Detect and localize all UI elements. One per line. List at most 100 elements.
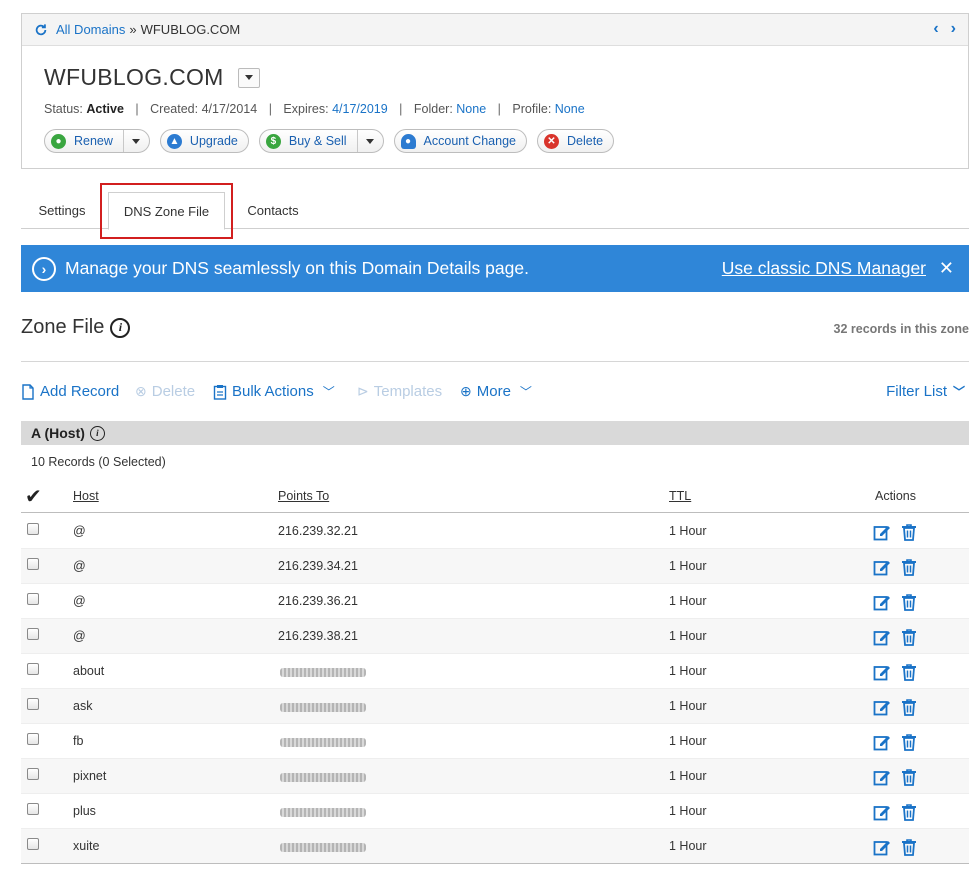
delete-domain-button[interactable]: ✕ Delete	[536, 129, 615, 153]
redacted-value	[280, 773, 366, 782]
next-domain-icon[interactable]: ›	[951, 20, 956, 38]
ttl-cell: 1 Hour	[669, 769, 707, 783]
row-checkbox[interactable]	[27, 663, 39, 675]
zone-toolbar: Add Record ⊗ Delete Bulk Actions ﹀ ⊳ Tem…	[21, 383, 969, 403]
table-row[interactable]: about 1 Hour	[21, 654, 969, 689]
host-cell: plus	[73, 804, 96, 818]
profile-value-link[interactable]: None	[555, 102, 585, 116]
row-checkbox[interactable]	[27, 803, 39, 815]
delete-records-button[interactable]: ⊗ Delete	[135, 383, 195, 400]
ttl-cell: 1 Hour	[669, 664, 707, 678]
ttl-column-header[interactable]: TTL	[669, 489, 691, 503]
host-cell: xuite	[73, 839, 100, 853]
table-row[interactable]: @216.239.36.21 1 Hour	[21, 584, 969, 619]
edit-icon[interactable]	[873, 558, 891, 576]
buy-sell-label: Buy & Sell	[288, 134, 347, 148]
table-row[interactable]: plus 1 Hour	[21, 794, 969, 829]
tab-contacts[interactable]: Contacts	[236, 192, 310, 229]
select-all-check-icon[interactable]: ✔	[25, 484, 42, 509]
trash-icon[interactable]	[901, 628, 917, 646]
trash-icon[interactable]	[901, 698, 917, 716]
info-icon[interactable]: i	[110, 317, 131, 338]
actions-column-header: Actions	[875, 489, 916, 503]
row-checkbox[interactable]	[27, 628, 39, 640]
trash-icon[interactable]	[901, 663, 917, 681]
edit-icon[interactable]	[873, 523, 891, 541]
points-to-cell: 216.239.36.21	[278, 594, 358, 608]
table-row[interactable]: @216.239.38.21 1 Hour	[21, 619, 969, 654]
row-checkbox[interactable]	[27, 733, 39, 745]
table-row[interactable]: pixnet 1 Hour	[21, 759, 969, 794]
refresh-icon[interactable]	[34, 23, 48, 37]
classic-dns-manager-link[interactable]: Use classic DNS Manager	[722, 258, 926, 279]
tab-settings[interactable]: Settings	[27, 192, 97, 229]
folder-value-link[interactable]: None	[456, 102, 486, 116]
row-checkbox[interactable]	[27, 838, 39, 850]
buy-sell-dropdown[interactable]	[356, 130, 383, 152]
table-row[interactable]: ask 1 Hour	[21, 689, 969, 724]
trash-icon[interactable]	[901, 768, 917, 786]
trash-icon[interactable]	[901, 593, 917, 611]
account-change-button[interactable]: ● Account Change	[393, 129, 527, 153]
trash-icon[interactable]	[901, 838, 917, 856]
host-cell: about	[73, 664, 105, 678]
info-icon[interactable]: i	[89, 425, 105, 441]
edit-icon[interactable]	[873, 838, 891, 856]
edit-icon[interactable]	[873, 803, 891, 821]
edit-icon[interactable]	[873, 593, 891, 611]
upgrade-button[interactable]: ▲ Upgrade	[159, 129, 249, 153]
templates-label: Templates	[373, 383, 443, 400]
renew-dropdown[interactable]	[122, 130, 149, 152]
table-row[interactable]: fb 1 Hour	[21, 724, 969, 759]
bulk-actions-button[interactable]: Bulk Actions ﹀	[213, 383, 335, 400]
expires-value-link[interactable]: 4/17/2019	[332, 102, 388, 116]
add-record-button[interactable]: Add Record	[21, 383, 119, 400]
status-label: Status:	[44, 102, 83, 116]
buy-sell-button[interactable]: $ Buy & Sell	[258, 129, 384, 153]
close-icon[interactable]: ✕	[939, 258, 954, 279]
domain-menu-dropdown[interactable]	[237, 67, 260, 88]
edit-icon[interactable]	[873, 628, 891, 646]
templates-button[interactable]: ⊳ Templates	[357, 383, 442, 400]
table-row[interactable]: @216.239.32.21 1 Hour	[21, 514, 969, 549]
table-header: ✔ Host Points To TTL Actions	[21, 484, 969, 513]
more-button[interactable]: ⊕ More ﹀	[460, 383, 532, 400]
info-banner: › Manage your DNS seamlessly on this Dom…	[21, 245, 969, 292]
filter-list-button[interactable]: Filter List ﹀	[886, 383, 965, 400]
expires-label: Expires:	[283, 102, 329, 116]
clipboard-icon	[213, 384, 227, 400]
edit-icon[interactable]	[873, 663, 891, 681]
trash-icon[interactable]	[901, 803, 917, 821]
trash-icon[interactable]	[901, 558, 917, 576]
row-checkbox[interactable]	[27, 593, 39, 605]
banner-text: Manage your DNS seamlessly on this Domai…	[65, 258, 529, 278]
row-checkbox[interactable]	[27, 558, 39, 570]
table-row[interactable]: xuite 1 Hour	[21, 829, 969, 864]
edit-icon[interactable]	[873, 698, 891, 716]
row-checkbox[interactable]	[27, 768, 39, 780]
divider: |	[268, 102, 272, 116]
all-domains-link[interactable]: All Domains	[56, 22, 125, 37]
page-title: Zone File	[21, 316, 105, 338]
created-value: 4/17/2014	[201, 102, 258, 116]
table-row[interactable]: @216.239.34.21 1 Hour	[21, 549, 969, 584]
chevron-down-icon: ﹀	[519, 385, 532, 399]
renew-button[interactable]: ● Renew	[44, 129, 150, 153]
points-to-column-header[interactable]: Points To	[278, 489, 329, 503]
plus-circle-icon: ⊕	[460, 383, 472, 399]
trash-icon[interactable]	[901, 733, 917, 751]
divider: |	[497, 102, 501, 116]
edit-icon[interactable]	[873, 768, 891, 786]
host-column-header[interactable]: Host	[73, 489, 99, 503]
prev-domain-icon[interactable]: ‹	[933, 20, 938, 38]
ttl-cell: 1 Hour	[669, 734, 707, 748]
host-cell: pixnet	[73, 769, 107, 783]
profile-label: Profile:	[512, 102, 552, 116]
a-host-section-header[interactable]: A (Host) i	[21, 421, 969, 445]
trash-icon[interactable]	[901, 523, 917, 541]
points-to-cell: 216.239.32.21	[278, 524, 358, 538]
row-checkbox[interactable]	[27, 523, 39, 535]
chevron-down-icon	[366, 138, 375, 144]
edit-icon[interactable]	[873, 733, 891, 751]
row-checkbox[interactable]	[27, 698, 39, 710]
